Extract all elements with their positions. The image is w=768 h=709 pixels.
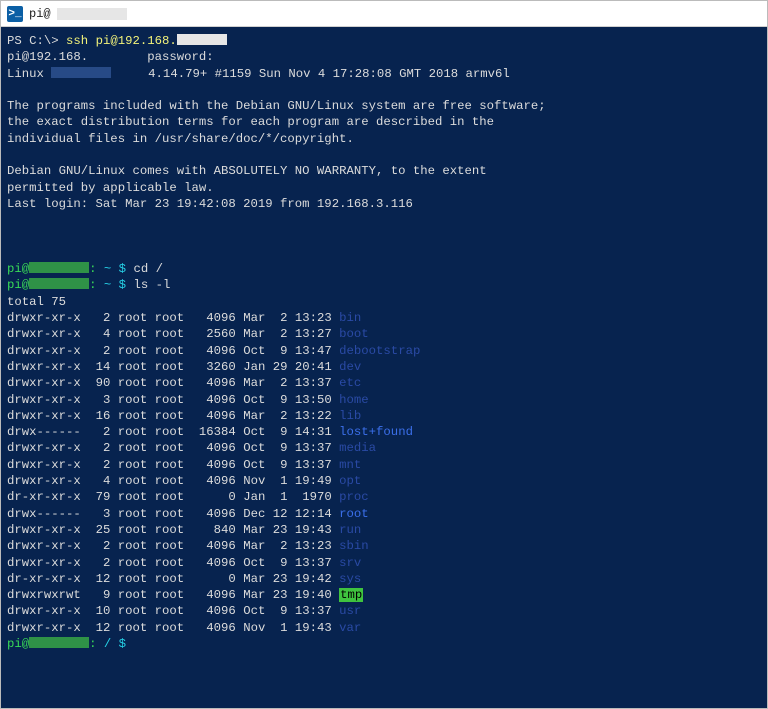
ls-row: drwxrwxrwt 9 root root 4096 Mar 23 19:40…: [7, 587, 761, 603]
motd-line: individual files in /usr/share/doc/*/cop…: [7, 131, 761, 147]
dir-name: media: [339, 441, 376, 455]
terminal-window: >_ pi@ PS C:\> ssh pi@192.168.pi@192.168…: [0, 0, 768, 709]
terminal-body[interactable]: PS C:\> ssh pi@192.168.pi@192.168. passw…: [1, 27, 767, 708]
dir-name: lib: [339, 409, 361, 423]
ls-row: drwxr-xr-x 90 root root 4096 Mar 2 13:37…: [7, 375, 761, 391]
motd-line: permitted by applicable law.: [7, 180, 761, 196]
redacted-hostname: [57, 8, 127, 20]
ls-row: drwxr-xr-x 14 root root 3260 Jan 29 20:4…: [7, 359, 761, 375]
ls-row: drwxr-xr-x 4 root root 2560 Mar 2 13:27 …: [7, 326, 761, 342]
ls-row: drwx------ 3 root root 4096 Dec 12 12:14…: [7, 506, 761, 522]
dir-name: srv: [339, 556, 361, 570]
dir-name: sbin: [339, 539, 369, 553]
kernel-line: Linux 4.14.79+ #1159 Sun Nov 4 17:28:08 …: [7, 66, 761, 82]
motd-line: the exact distribution terms for each pr…: [7, 114, 761, 130]
last-login: Last login: Sat Mar 23 19:42:08 2019 fro…: [7, 196, 761, 212]
dir-name: opt: [339, 474, 361, 488]
motd-line: Debian GNU/Linux comes with ABSOLUTELY N…: [7, 163, 761, 179]
redacted-host: [51, 67, 111, 78]
redacted-ip: [177, 34, 227, 45]
shell-prompt-cd: pi@: ~ $ cd /: [7, 261, 761, 277]
ls-row: dr-xr-xr-x 12 root root 0 Mar 23 19:42 s…: [7, 571, 761, 587]
dir-name: dev: [339, 360, 361, 374]
ls-row: drwxr-xr-x 25 root root 840 Mar 23 19:43…: [7, 522, 761, 538]
ls-row: drwxr-xr-x 12 root root 4096 Nov 1 19:43…: [7, 620, 761, 636]
redacted-host: [29, 278, 89, 289]
dir-name: debootstrap: [339, 344, 420, 358]
dir-name: run: [339, 523, 361, 537]
title-bar[interactable]: >_ pi@: [1, 1, 767, 27]
ls-row: drwxr-xr-x 2 root root 4096 Oct 9 13:47 …: [7, 343, 761, 359]
dir-name: home: [339, 393, 369, 407]
ls-row: drwxr-xr-x 2 root root 4096 Oct 9 13:37 …: [7, 457, 761, 473]
ls-row: drwxr-xr-x 16 root root 4096 Mar 2 13:22…: [7, 408, 761, 424]
ls-row: drwxr-xr-x 3 root root 4096 Oct 9 13:50 …: [7, 392, 761, 408]
shell-prompt-current[interactable]: pi@: / $: [7, 636, 761, 652]
dir-name: tmp: [339, 588, 363, 602]
dir-name: usr: [339, 604, 361, 618]
dir-name: sys: [339, 572, 361, 586]
dir-name: var: [339, 621, 361, 635]
ls-row: drwxr-xr-x 10 root root 4096 Oct 9 13:37…: [7, 603, 761, 619]
ls-row: drwxr-xr-x 4 root root 4096 Nov 1 19:49 …: [7, 473, 761, 489]
powershell-icon: >_: [7, 6, 23, 22]
ls-total: total 75: [7, 294, 761, 310]
ls-row: drwxr-xr-x 2 root root 4096 Oct 9 13:37 …: [7, 440, 761, 456]
window-title: pi@: [29, 7, 51, 21]
prompt-ssh: PS C:\> ssh pi@192.168.: [7, 33, 761, 49]
ls-row: dr-xr-xr-x 79 root root 0 Jan 1 1970 pro…: [7, 489, 761, 505]
dir-name: etc: [339, 376, 361, 390]
ls-row: drwxr-xr-x 2 root root 4096 Oct 9 13:37 …: [7, 555, 761, 571]
dir-name: lost+found: [339, 425, 413, 439]
shell-prompt-ls: pi@: ~ $ ls -l: [7, 277, 761, 293]
dir-name: proc: [339, 490, 369, 504]
dir-name: root: [339, 507, 369, 521]
ls-row: drwxr-xr-x 2 root root 4096 Mar 2 13:23 …: [7, 538, 761, 554]
redacted-host: [29, 637, 89, 648]
dir-name: bin: [339, 311, 361, 325]
ls-row: drwxr-xr-x 2 root root 4096 Mar 2 13:23 …: [7, 310, 761, 326]
dir-name: mnt: [339, 458, 361, 472]
motd-line: The programs included with the Debian GN…: [7, 98, 761, 114]
password-prompt: pi@192.168. password:: [7, 49, 761, 65]
ls-row: drwx------ 2 root root 16384 Oct 9 14:31…: [7, 424, 761, 440]
redacted-host: [29, 262, 89, 273]
dir-name: boot: [339, 327, 369, 341]
